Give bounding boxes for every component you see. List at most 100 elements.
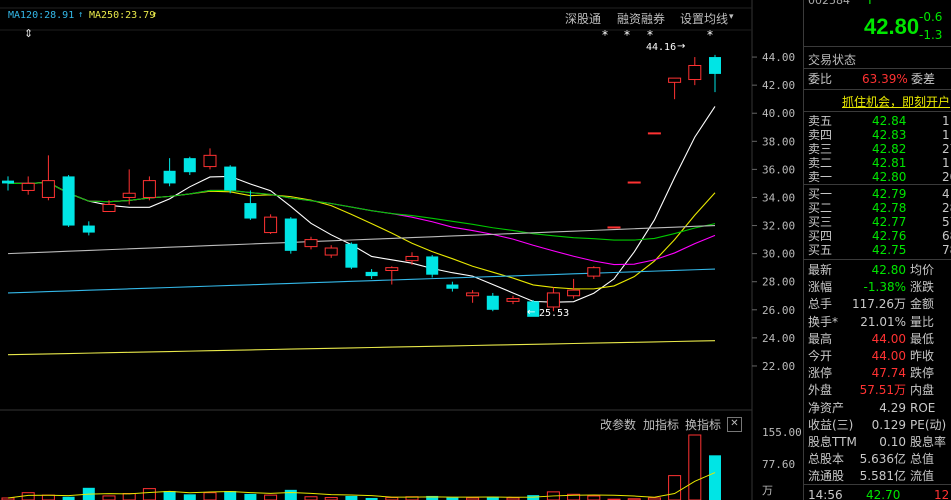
stat-label-secondary: 金额 — [910, 297, 935, 312]
candle-body — [41, 180, 55, 198]
ask-row-volume: 20 — [942, 170, 951, 184]
bid-row: 买五 42.75 78 — [804, 242, 951, 258]
candle-body — [62, 176, 75, 226]
candle-body — [426, 256, 439, 275]
stat-label-secondary: PE(动) — [910, 417, 947, 432]
stat-value: 44.00 — [871, 331, 906, 346]
ask-row-label: 卖一 — [808, 170, 833, 184]
candle-body — [385, 267, 399, 271]
stat-value: 42.80 — [871, 263, 906, 277]
stat-row: 换手* 21.01% 量比 — [804, 314, 951, 330]
stat-row: 今开 44.00 昨收 — [804, 348, 951, 364]
candle-body — [567, 289, 581, 297]
weibi-value: 63.39% — [862, 72, 908, 86]
ma250-line — [7, 340, 716, 356]
switch-indicator-button[interactable]: 换指标 — [685, 416, 721, 433]
price-tick-label: 22.00 — [762, 360, 795, 373]
tick-price: 42.70 — [866, 488, 901, 500]
stat-value: 5.581亿 — [859, 469, 906, 484]
stat-label: 最高 — [808, 331, 833, 346]
ask-row-price: 42.80 — [872, 170, 907, 184]
candle-body — [709, 57, 721, 74]
stat-value: 5.636亿 — [859, 452, 906, 467]
stat-label: 总股本 — [808, 452, 845, 467]
stock-name-icon: ↑ — [864, 0, 876, 8]
candle-body — [668, 77, 682, 83]
close-indicator-icon[interactable]: ✕ — [727, 417, 742, 432]
volume-bar — [163, 491, 176, 500]
stat-row: 收益(三) 0.129 PE(动) — [804, 417, 951, 433]
price-tick-label: 36.00 — [762, 163, 795, 176]
stat-label: 涨幅 — [808, 280, 833, 295]
volume-bar — [102, 495, 116, 500]
price-tick-label: 24.00 — [762, 332, 795, 345]
weicha-label: 委差 — [911, 72, 936, 86]
candle-body — [688, 64, 702, 81]
star-marker-icon: * — [647, 28, 653, 42]
ma20-line — [8, 181, 716, 266]
arrow-right-icon: → — [677, 41, 686, 52]
deep-stock-connect-link[interactable]: 深股通 — [565, 10, 601, 27]
candle-body — [607, 226, 621, 229]
candle-body — [506, 298, 520, 302]
stat-label-secondary: 量比 — [910, 314, 935, 329]
price-tick-label: 28.00 — [762, 276, 795, 289]
candle-body — [122, 192, 136, 198]
stat-label: 股息TTM — [808, 435, 857, 449]
price-tick-label: 40.00 — [762, 107, 795, 120]
stat-row: 涨停 47.74 跌停 — [804, 365, 951, 381]
volume-bar — [284, 489, 297, 500]
candle-body — [102, 203, 116, 213]
stat-row: 流通股 5.581亿 流值 — [804, 468, 951, 484]
stat-label-secondary: ROE — [910, 400, 936, 415]
kline-chart[interactable]: 44.00 42.00 40.00 38.00 36.00 34.00 32.00 30.00… — [0, 0, 803, 500]
chevron-down-icon[interactable]: ▾ — [729, 12, 734, 22]
stat-row: 股息TTM 0.10 股息率 — [804, 434, 951, 450]
stat-label: 收益(三) — [808, 417, 854, 432]
volume-tick-label: 77.60 — [762, 458, 795, 471]
price-tick-label: 32.00 — [762, 220, 795, 233]
bid-row-price: 42.75 — [872, 243, 907, 257]
star-marker-icon: * — [602, 28, 608, 42]
ma250-readout: MA250:23.79 — [89, 10, 156, 21]
stat-label: 今开 — [808, 349, 833, 363]
arrow-left-icon: ← — [527, 307, 536, 318]
stat-label-secondary: 总值 — [910, 452, 935, 467]
candle-body — [203, 154, 217, 168]
candle-body — [345, 243, 358, 268]
stat-value: -1.38% — [863, 280, 906, 295]
stat-value: 0.129 — [871, 417, 906, 432]
price-tick-label: 26.00 — [762, 304, 795, 317]
stock-code: 002584 — [808, 0, 850, 7]
candle-body — [405, 255, 419, 262]
bid-row-label: 买五 — [808, 243, 833, 257]
scroll-arrow-icon[interactable]: ⇕ — [24, 27, 33, 40]
candle-body — [446, 284, 459, 289]
candle-body — [546, 292, 560, 308]
ma120-readout: MA120:28.91 — [8, 10, 75, 21]
volume-bar — [183, 494, 196, 500]
price-tick-label: 42.00 — [762, 79, 795, 92]
promo-link[interactable]: 抓住机会，即刻开户 — [842, 93, 950, 110]
volume-ma-line — [7, 472, 716, 499]
candlesticks — [2, 54, 721, 317]
stat-label: 流通股 — [808, 469, 845, 484]
change-param-button[interactable]: 改参数 — [600, 416, 636, 433]
volume-bar — [244, 493, 257, 500]
margin-trading-link[interactable]: 融资融券 — [617, 10, 665, 27]
volume-bar — [345, 495, 358, 500]
stat-value: 0.10 — [879, 435, 906, 449]
price-change: -0.6 — [919, 10, 943, 24]
candle-body — [2, 180, 14, 184]
stat-label-secondary: 股息率 — [910, 435, 947, 449]
volume-bar — [41, 494, 55, 500]
volume-bar — [224, 491, 237, 500]
ma-settings-link[interactable]: 设置均线 — [680, 10, 728, 27]
moving-average-lines — [7, 106, 716, 356]
stat-value: 4.29 — [879, 400, 906, 415]
bid-row-volume: 78 — [942, 243, 951, 257]
trade-status-title: 交易状态 — [808, 53, 857, 67]
stat-label-secondary: 涨跌 — [910, 280, 935, 295]
add-indicator-button[interactable]: 加指标 — [643, 416, 679, 433]
quote-panel: 002584 ↑ 42.80 -0.6 -1.3 交易状态 委比 63.39% … — [803, 0, 951, 500]
